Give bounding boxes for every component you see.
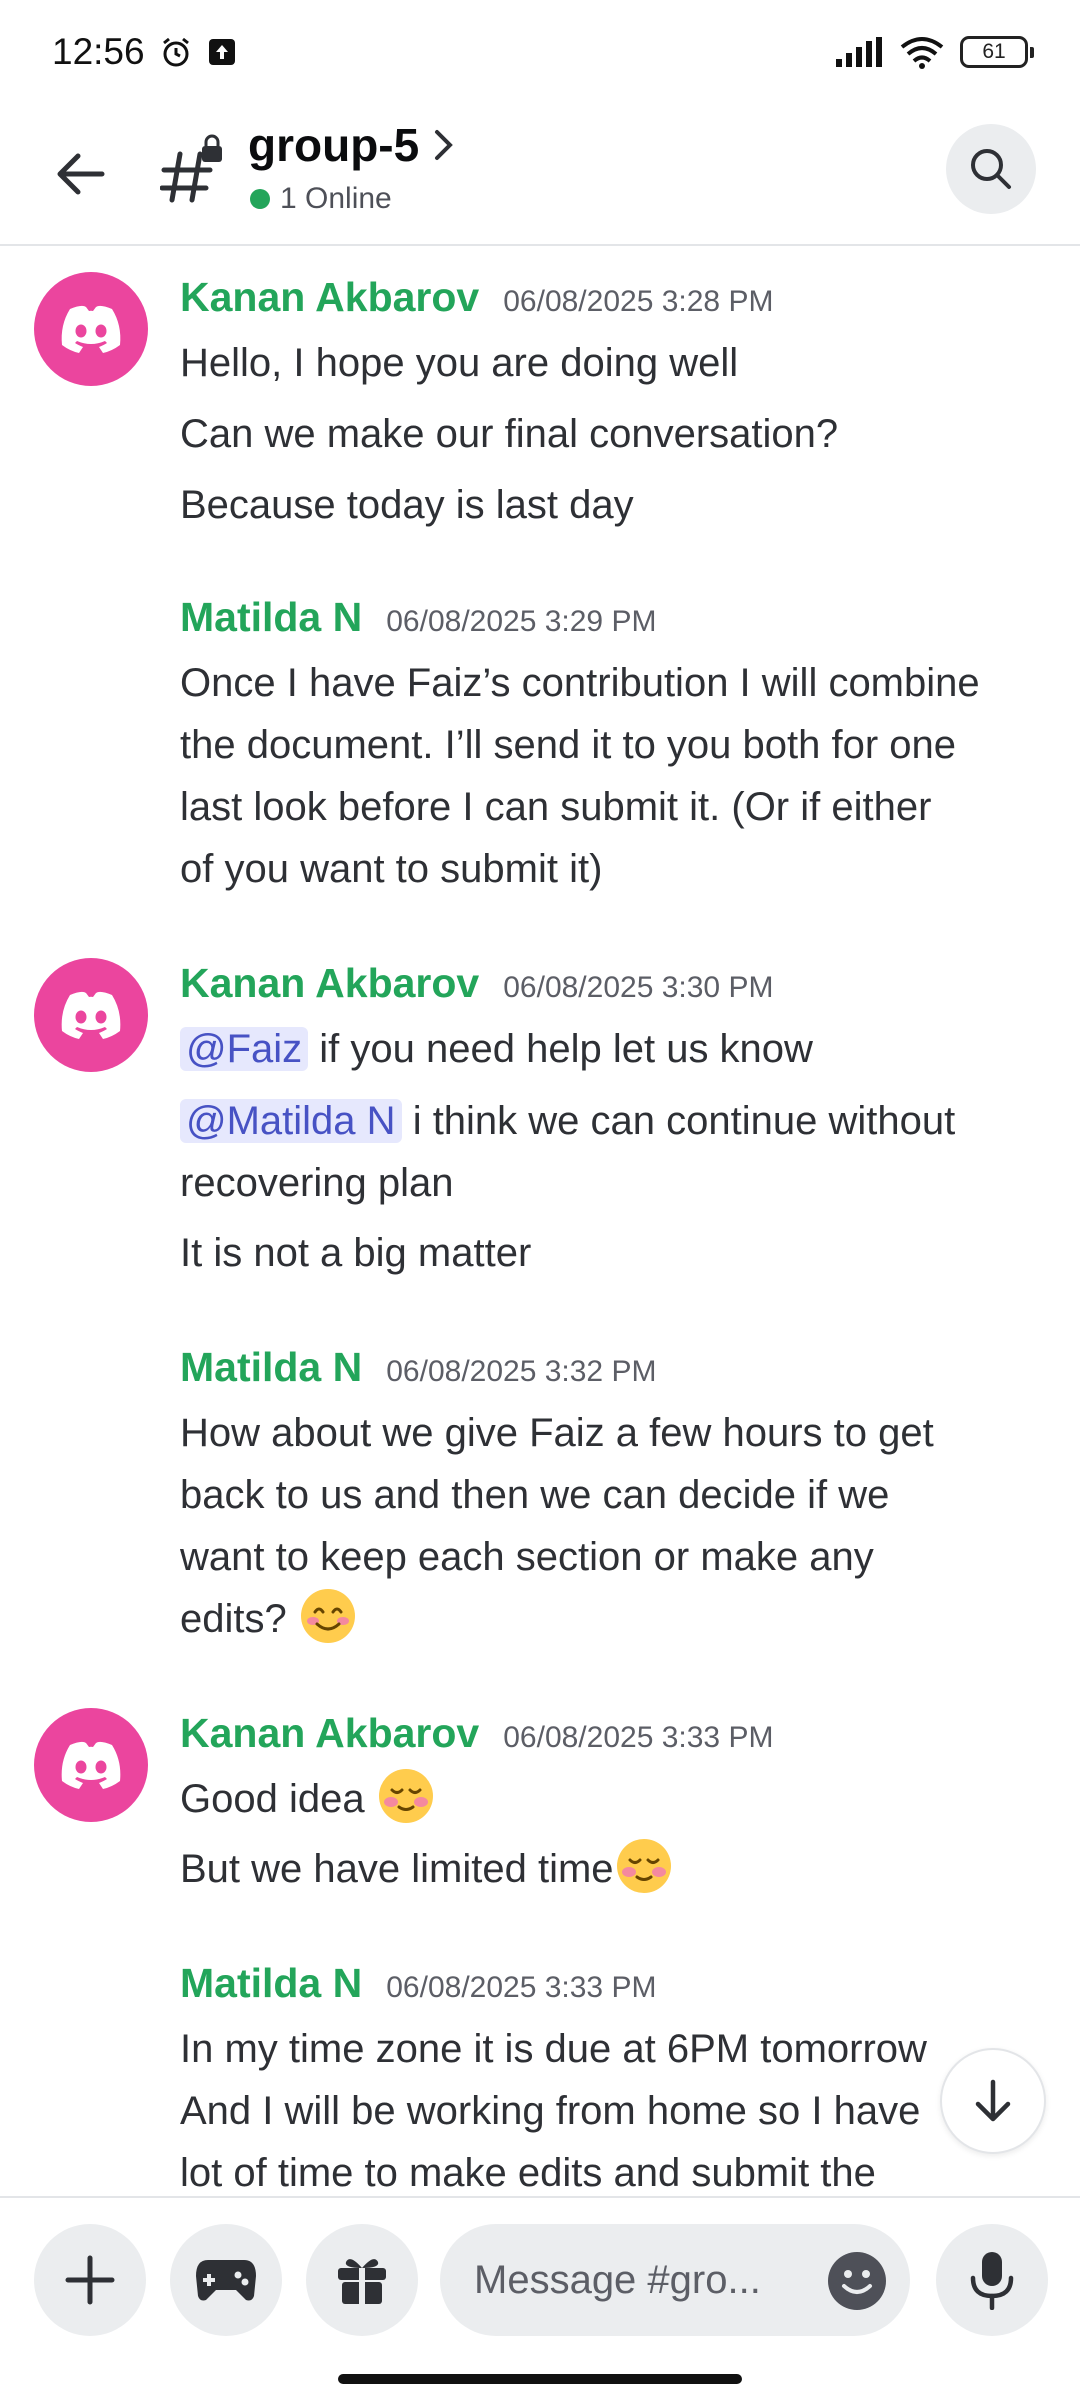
- message-header: Kanan Akbarov 06/08/2025 3:28 PM: [180, 274, 773, 321]
- message-text: Because today is last day: [180, 483, 634, 527]
- locked-hash-icon: [159, 134, 224, 206]
- discord-logo-icon: [61, 305, 121, 353]
- message-text: Can we make our final conversation?: [180, 412, 839, 456]
- avatar[interactable]: [34, 958, 148, 1072]
- timestamp: 06/08/2025 3:33 PM: [386, 1971, 657, 2004]
- message-list[interactable]: Kanan Akbarov 06/08/2025 3:28 PM Hello, …: [0, 248, 1080, 2196]
- channel-name: group-5: [248, 119, 420, 171]
- arrow-down-icon: [975, 2079, 1011, 2122]
- jump-to-latest-button[interactable]: [940, 2048, 1046, 2154]
- message-text: recovering plan: [180, 1161, 454, 1205]
- author-name[interactable]: Matilda N: [180, 594, 362, 641]
- avatar[interactable]: [34, 1708, 148, 1822]
- author-name[interactable]: Matilda N: [180, 1344, 362, 1391]
- status-time: 12:56: [52, 31, 145, 72]
- message-text: last look before I can submit it. (Or if…: [180, 785, 932, 829]
- message-header: Kanan Akbarov 06/08/2025 3:30 PM: [180, 960, 773, 1007]
- message-header: Matilda N 06/08/2025 3:33 PM: [180, 1960, 656, 2007]
- signal-icon: [834, 37, 884, 67]
- blushing-face-emoji-icon: [378, 1769, 433, 1824]
- timestamp: 06/08/2025 3:32 PM: [386, 1355, 657, 1388]
- gift-button[interactable]: [306, 2224, 418, 2336]
- message-text: @Faiz if you need help let us know: [180, 1018, 1050, 1080]
- timestamp: 06/08/2025 3:28 PM: [503, 285, 774, 318]
- discord-channel-screen: 12:56 61 group-5 1 Online Kanan Akbarov …: [0, 0, 1080, 2400]
- message-text-fragment: edits?: [180, 1597, 287, 1641]
- author-name[interactable]: Kanan Akbarov: [180, 960, 479, 1007]
- message-text: edits?: [180, 1588, 1050, 1650]
- message-text: In my time zone it is due at 6PM tomorro…: [180, 2027, 927, 2071]
- message-text: @Matilda N i think we can continue witho…: [180, 1090, 1050, 1152]
- message-text: Good idea: [180, 1768, 1050, 1830]
- message-text: want to keep each section or make any: [180, 1535, 874, 1579]
- discord-logo-icon: [61, 991, 121, 1039]
- plus-icon: [65, 2255, 115, 2305]
- message-text: Hello, I hope you are doing well: [180, 341, 739, 385]
- search-button[interactable]: [946, 124, 1036, 214]
- home-indicator[interactable]: [338, 2374, 742, 2384]
- blushing-face-emoji-icon: [616, 1839, 671, 1894]
- message-placeholder: Message #gro...: [474, 2257, 761, 2302]
- activities-button[interactable]: [170, 2224, 282, 2336]
- timestamp: 06/08/2025 3:30 PM: [503, 971, 774, 1004]
- upload-notification-icon: [207, 37, 237, 67]
- online-status: 1 Online: [250, 182, 392, 216]
- message-header: Kanan Akbarov 06/08/2025 3:33 PM: [180, 1710, 773, 1757]
- status-bar: 12:56 61: [0, 0, 1080, 104]
- message-text: But we have limited time: [180, 1838, 1050, 1900]
- message-text-fragment: if you need help let us know: [308, 1027, 813, 1071]
- timestamp: 06/08/2025 3:29 PM: [386, 605, 657, 638]
- message-input[interactable]: Message #gro...: [440, 2224, 910, 2336]
- add-attachment-button[interactable]: [34, 2224, 146, 2336]
- wifi-icon: [900, 35, 944, 69]
- emoji-icon: [842, 2270, 872, 2294]
- discord-logo-icon: [61, 1741, 121, 1789]
- message-text: How about we give Faiz a few hours to ge…: [180, 1411, 934, 1455]
- message-header: Matilda N 06/08/2025 3:32 PM: [180, 1344, 656, 1391]
- message-text: Once I have Faiz’s contribution I will c…: [180, 661, 980, 705]
- user-mention[interactable]: @Faiz: [180, 1027, 309, 1071]
- smiling-face-emoji-icon: [300, 1589, 355, 1644]
- online-count: 1 Online: [280, 182, 392, 215]
- chevron-right-icon: [435, 130, 454, 160]
- microphone-icon: [970, 2252, 1014, 2310]
- message-text-fragment: Good idea: [180, 1777, 365, 1821]
- gift-icon: [338, 2259, 386, 2304]
- timestamp: 06/08/2025 3:33 PM: [503, 1721, 774, 1754]
- message-text: of you want to submit it): [180, 847, 603, 891]
- back-button[interactable]: [44, 138, 116, 210]
- status-right: 61: [834, 35, 1034, 69]
- online-dot: [250, 189, 270, 209]
- gamepad-icon: [196, 2260, 256, 2301]
- message-text: lot of time to make edits and submit the: [180, 2151, 876, 2195]
- channel-header: group-5 1 Online: [0, 104, 1080, 246]
- message-text: And I will be working from home so I hav…: [180, 2089, 921, 2133]
- message-text-fragment: But we have limited time: [180, 1847, 614, 1891]
- battery-indicator: 61: [960, 36, 1034, 68]
- user-mention[interactable]: @Matilda N: [180, 1099, 402, 1143]
- arrow-left-icon: [57, 153, 105, 195]
- message-text: the document. I’ll send it to you both f…: [180, 723, 957, 767]
- author-name[interactable]: Kanan Akbarov: [180, 1710, 479, 1757]
- message-header: Matilda N 06/08/2025 3:29 PM: [180, 594, 656, 641]
- emoji-picker-button[interactable]: [828, 2252, 886, 2310]
- message-text-fragment: i think we can continue without: [412, 1099, 956, 1143]
- author-name[interactable]: Matilda N: [180, 1960, 362, 2007]
- search-icon: [971, 149, 1011, 189]
- avatar[interactable]: [34, 272, 148, 386]
- message-text: back to us and then we can decide if we: [180, 1473, 890, 1517]
- status-left: 12:56: [52, 31, 237, 73]
- alarm-icon: [159, 35, 193, 69]
- message-composer: Message #gro...: [0, 2196, 1080, 2356]
- channel-title[interactable]: group-5: [248, 118, 455, 172]
- voice-message-button[interactable]: [936, 2224, 1048, 2336]
- author-name[interactable]: Kanan Akbarov: [180, 274, 479, 321]
- message-text: It is not a big matter: [180, 1231, 532, 1275]
